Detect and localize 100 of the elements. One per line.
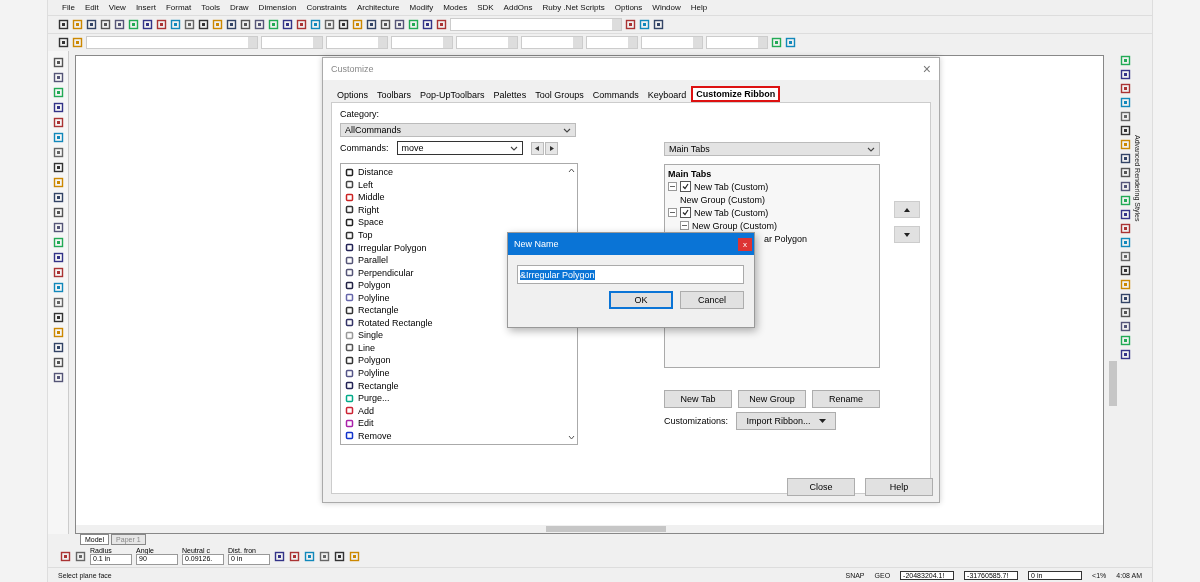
menu-item[interactable]: Constraints — [306, 3, 347, 12]
cancel-button[interactable]: Cancel — [680, 291, 744, 309]
toolbar-icon[interactable] — [1119, 153, 1131, 164]
toolbar-icon[interactable] — [1119, 307, 1131, 318]
toolbar-icon[interactable] — [1119, 349, 1131, 360]
import-button[interactable]: Import Ribbon... — [736, 412, 837, 430]
dialog-tab[interactable]: Pop-UpToolbars — [416, 88, 489, 102]
toolbar-icon[interactable] — [653, 19, 664, 30]
toolbar-icon[interactable] — [625, 19, 636, 30]
toolbar-icon[interactable] — [289, 550, 300, 562]
menu-item[interactable]: Edit — [84, 3, 99, 12]
toolbar-icon[interactable] — [254, 19, 265, 30]
toolbar-icon[interactable] — [52, 72, 64, 83]
command-item[interactable]: Top — [358, 230, 373, 240]
dialog-tab[interactable]: Keyboard — [643, 88, 691, 102]
dialog-tab[interactable]: Options — [333, 88, 373, 102]
menu-item[interactable]: AddOns — [503, 3, 533, 12]
toolbar-icon[interactable] — [114, 19, 125, 30]
scroll-down-icon[interactable] — [567, 435, 575, 440]
toolbar-icon[interactable] — [1119, 251, 1131, 262]
toolbar-icon[interactable] — [319, 550, 330, 562]
toolbar-icon[interactable] — [1119, 265, 1131, 276]
command-item[interactable]: Polyline — [358, 368, 390, 378]
command-item[interactable]: Middle — [358, 192, 385, 203]
toolbar-icon[interactable] — [366, 19, 377, 30]
menu-item[interactable]: Modify — [409, 3, 434, 12]
command-item[interactable]: Parallel — [358, 255, 388, 266]
scrollbar-thumb[interactable] — [546, 526, 666, 532]
ribbon-button[interactable]: New Tab — [664, 390, 732, 408]
toolbar-icon[interactable] — [60, 550, 71, 562]
toolbar-icon[interactable] — [1119, 111, 1131, 122]
scroll-up-icon[interactable] — [567, 168, 575, 173]
toolbar-icon[interactable] — [296, 19, 307, 30]
menu-item[interactable]: Tools — [201, 3, 220, 12]
command-item[interactable]: Perpendicular — [358, 267, 414, 278]
dialog-tab[interactable]: Palettes — [489, 88, 531, 102]
close-icon[interactable]: × — [922, 61, 931, 77]
toolbar-icon[interactable] — [184, 19, 195, 30]
toolbar-icon[interactable] — [282, 19, 293, 30]
toolbar-icon[interactable] — [1119, 69, 1131, 80]
toolbar-icon[interactable] — [52, 297, 64, 308]
expand-toggle[interactable] — [680, 221, 689, 230]
toolbar-icon[interactable] — [86, 19, 97, 30]
toolbar-icon[interactable] — [52, 252, 64, 263]
menu-item[interactable]: View — [108, 3, 126, 12]
toolbar-icon[interactable] — [142, 19, 153, 30]
toolbar-icon[interactable] — [156, 19, 167, 30]
dialog-tab[interactable]: Tool Groups — [531, 88, 588, 102]
menu-item[interactable]: Help — [690, 3, 708, 12]
menu-item[interactable]: Ruby .Net Scripts — [542, 3, 605, 12]
menu-item[interactable]: Draw — [229, 3, 249, 12]
ribbon-button[interactable]: New Group — [738, 390, 806, 408]
command-item[interactable]: Add — [358, 405, 374, 416]
toolbar-icon[interactable] — [52, 357, 64, 368]
x-button[interactable]: x — [738, 237, 752, 251]
menu-item[interactable]: Insert — [135, 3, 156, 12]
tree-item[interactable]: ar Polygon — [764, 233, 808, 244]
toolbar-icon[interactable] — [422, 19, 433, 30]
toolbar-icon[interactable] — [274, 550, 285, 562]
toolbar-icon[interactable] — [52, 342, 64, 353]
toolbar-icon[interactable] — [1119, 167, 1131, 178]
command-item[interactable]: Right — [358, 204, 379, 215]
command-item[interactable]: Rectangle — [358, 380, 399, 391]
menu-item[interactable]: Format — [165, 3, 192, 12]
expand-toggle[interactable] — [668, 182, 677, 191]
menu-item[interactable]: SDK — [477, 3, 494, 12]
command-item[interactable]: Purge... — [358, 393, 390, 404]
command-item[interactable]: Space — [358, 217, 384, 228]
ribbon-button[interactable]: Rename — [812, 390, 880, 408]
toolbar-icon[interactable] — [1119, 125, 1131, 136]
menu-item[interactable]: Window — [652, 3, 681, 12]
checkbox[interactable] — [680, 207, 691, 218]
command-item[interactable]: Remove — [358, 430, 392, 441]
toolbar-icon[interactable] — [324, 19, 335, 30]
ribbon-dropdown[interactable]: Main Tabs — [664, 142, 880, 156]
expand-toggle[interactable] — [668, 208, 677, 217]
command-item[interactable]: Polygon — [358, 355, 391, 366]
toolbar-icon[interactable] — [226, 19, 237, 30]
toolbar-icon[interactable] — [436, 19, 447, 30]
toolbar-icon[interactable] — [394, 19, 405, 30]
toolbar-icon[interactable] — [1119, 321, 1131, 332]
toolbar-icon[interactable] — [58, 19, 69, 30]
menu-item[interactable]: Options — [614, 3, 643, 12]
menu-item[interactable]: Dimension — [258, 3, 297, 12]
toolbar-icon[interactable] — [100, 19, 111, 30]
toolbar-icon[interactable] — [198, 19, 209, 30]
name-field[interactable]: &Irregular Polygon — [517, 265, 744, 284]
command-item[interactable]: Irregular Polygon — [358, 242, 427, 253]
toolbar-icon[interactable] — [52, 147, 64, 158]
dialog-tab[interactable]: Toolbars — [373, 88, 416, 102]
command-item[interactable]: Polyline — [358, 292, 390, 303]
checkbox[interactable] — [680, 181, 691, 192]
toolbar-icon[interactable] — [240, 19, 251, 30]
menu-item[interactable]: Modes — [443, 3, 468, 12]
menu-item[interactable]: File — [62, 3, 75, 12]
command-item[interactable]: Single — [358, 330, 384, 341]
toolbar-icon[interactable] — [52, 162, 64, 173]
toolbar-icon[interactable] — [52, 222, 64, 233]
commands-dropdown[interactable]: move — [396, 141, 523, 155]
toolbar-icon[interactable] — [58, 37, 69, 48]
